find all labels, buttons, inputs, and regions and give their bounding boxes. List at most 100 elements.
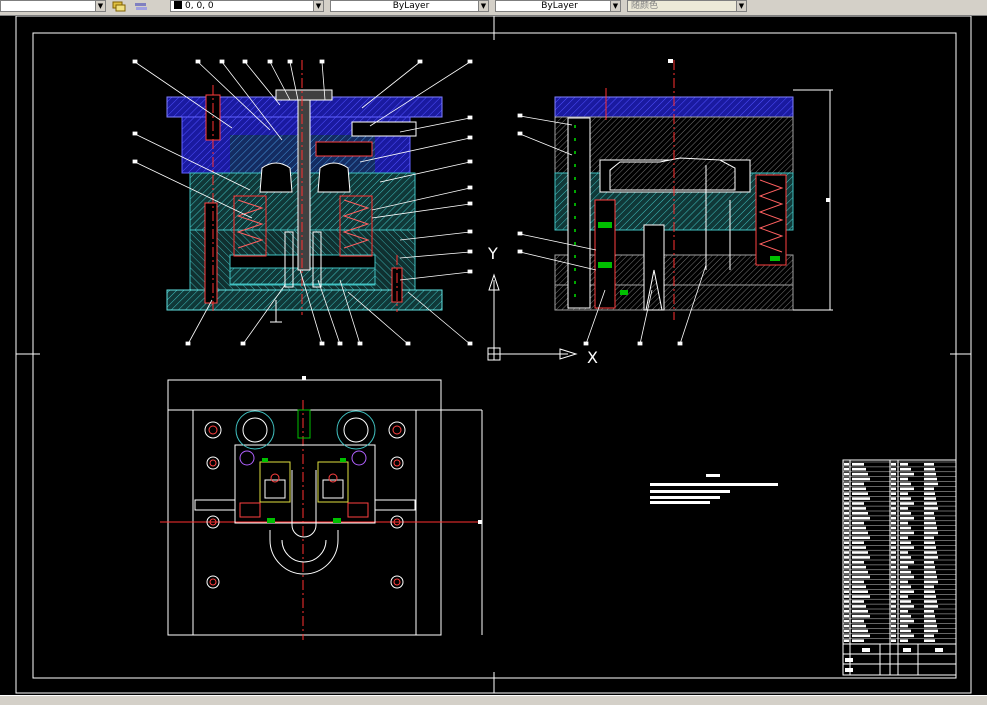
parts-list-cell (900, 639, 908, 642)
lineweight-dropdown[interactable]: ByLayer ▼ (495, 0, 621, 12)
parts-list-cell (844, 472, 849, 476)
parts-list-cell (891, 521, 896, 525)
plan-view (160, 376, 483, 640)
parts-list-cell (891, 482, 896, 486)
parts-list-cell (852, 575, 870, 579)
parts-list-rows (843, 461, 956, 672)
parts-list-cell (844, 467, 849, 471)
parts-list-cell (844, 482, 849, 486)
parts-list-cell (924, 575, 937, 579)
parts-list-cell (900, 502, 914, 505)
parts-list-cell (852, 595, 870, 598)
parts-list-cell (924, 619, 936, 623)
title-block-cell (903, 648, 911, 652)
parts-list-cell (900, 600, 911, 603)
parts-list-cell (844, 512, 849, 515)
parts-list-cell (924, 512, 934, 515)
parts-list-cell (891, 624, 896, 628)
parts-list-cell (900, 561, 914, 564)
parts-list-cell (900, 634, 914, 638)
parts-list-cell (891, 472, 896, 476)
parts-list-cell (900, 624, 908, 628)
parts-list-cell (924, 492, 935, 495)
parts-list-cell (852, 600, 864, 603)
chevron-down-icon[interactable]: ▼ (478, 1, 488, 11)
parts-list-cell (900, 590, 914, 593)
parts-list-cell (852, 526, 866, 530)
parts-list-cell (852, 570, 868, 574)
parts-list-cell (924, 605, 938, 608)
parts-list-cell (852, 541, 864, 544)
front-section-view (166, 60, 443, 323)
layer-states-icon[interactable] (134, 0, 148, 12)
parts-list-cell (891, 639, 896, 642)
parts-list-cell (852, 590, 868, 593)
parts-list-cell (924, 467, 935, 471)
parts-list-cell (891, 634, 896, 638)
parts-list-cell (852, 516, 870, 520)
parts-list-cell (924, 565, 935, 569)
parts-list-cell (900, 472, 914, 476)
color-dropdown[interactable]: 0, 0, 0 ▼ (170, 0, 324, 12)
parts-list-cell (844, 565, 849, 569)
parts-list-cell (844, 570, 849, 574)
parts-list-cell (924, 629, 938, 633)
parts-list-cell (852, 580, 864, 584)
linetype-value: ByLayer (392, 1, 430, 11)
parts-list-cell (891, 590, 896, 593)
chevron-down-icon[interactable]: ▼ (313, 1, 323, 11)
cad-drawing: Y X (15, 15, 972, 694)
layer-dropdown[interactable]: ▼ (0, 0, 106, 12)
parts-list-cell (852, 585, 866, 589)
parts-list-cell (900, 521, 908, 525)
parts-list-cell (844, 595, 849, 598)
color-swatch-icon (174, 1, 182, 9)
parts-list-cell (900, 536, 908, 540)
parts-list-cell (844, 575, 849, 579)
parts-list-cell (891, 546, 896, 549)
parts-list-cell (924, 556, 938, 559)
parts-list-cell (924, 590, 935, 593)
parts-list-cell (891, 575, 896, 579)
parts-list-cell (900, 497, 911, 500)
parts-list-cell (900, 570, 911, 574)
parts-list-cell (891, 580, 896, 584)
plotstyle-value: 随颜色 (631, 1, 659, 11)
layer-icon[interactable] (112, 0, 126, 12)
chevron-down-icon[interactable]: ▼ (610, 1, 620, 11)
parts-list-cell (844, 580, 849, 584)
parts-list-cell (891, 497, 896, 500)
parts-list-cell (900, 585, 911, 589)
parts-list-cell (852, 463, 864, 466)
parts-list-cell (852, 477, 870, 481)
plotstyle-dropdown[interactable]: 随颜色 ▼ (627, 0, 747, 12)
parts-list-cell (852, 531, 868, 535)
drawing-canvas[interactable]: Y X (0, 15, 987, 695)
parts-list-cell (891, 556, 896, 559)
parts-list-cell (900, 516, 914, 520)
parts-list-cell (844, 463, 849, 466)
parts-list-cell (900, 463, 908, 466)
parts-list-cell (844, 585, 849, 589)
parts-list-cell (844, 546, 849, 549)
parts-list-cell (852, 605, 866, 608)
parts-list-cell (852, 497, 870, 500)
parts-list-cell (891, 600, 896, 603)
chevron-down-icon[interactable]: ▼ (95, 1, 105, 11)
linetype-dropdown[interactable]: ByLayer ▼ (330, 0, 489, 12)
title-block-cell (935, 648, 943, 652)
parts-list-cell (891, 536, 896, 540)
parts-list-cell (844, 526, 849, 530)
parts-list-cell (852, 639, 864, 642)
parts-list-cell (852, 561, 864, 564)
parts-list-cell (900, 531, 914, 535)
parts-list-cell (891, 570, 896, 574)
parts-list-cell (891, 477, 896, 481)
parts-list-cell (844, 610, 849, 613)
chevron-down-icon[interactable]: ▼ (736, 1, 746, 11)
parts-list-cell (844, 551, 849, 554)
parts-list-cell (924, 536, 934, 540)
parts-list-cell (844, 521, 849, 525)
parts-list-table (842, 459, 957, 676)
parts-list-cell (900, 595, 908, 598)
